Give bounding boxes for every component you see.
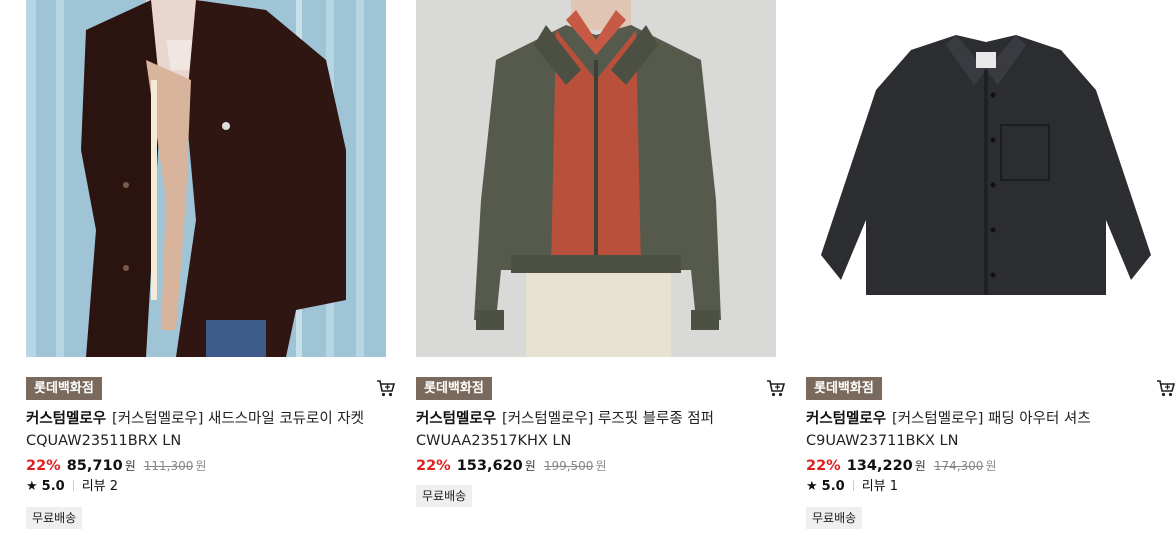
product-title[interactable]: 커스텀멜로우 [커스텀멜로우] 패딩 아우터 셔츠 bbox=[806, 409, 1176, 429]
price-line: 22% 85,710 원 111,300 원 bbox=[26, 455, 206, 477]
price-line: 22% 134,220 원 174,300 원 bbox=[806, 455, 996, 477]
review-line: ★ 5.0 리뷰 2 bbox=[26, 478, 118, 496]
cart-icon[interactable] bbox=[376, 379, 396, 397]
product-image[interactable] bbox=[26, 0, 386, 357]
divider bbox=[852, 480, 854, 491]
product-title[interactable]: 커스텀멜로우 [커스텀멜로우] 새드스마일 코듀로이 자켓 bbox=[26, 409, 396, 429]
product-image[interactable] bbox=[806, 0, 1166, 357]
cart-icon[interactable] bbox=[766, 379, 786, 397]
original-price-unit: 원 bbox=[985, 459, 997, 473]
sale-price: 85,710 bbox=[66, 458, 123, 474]
brand-name: 커스텀멜로우 bbox=[416, 411, 497, 427]
padded-shirt-photo bbox=[806, 0, 1166, 357]
product-card[interactable]: 롯데백화점 커스텀멜로우 [커스텀멜로우] 루즈핏 블루종 점퍼 CWUAA235… bbox=[416, 0, 786, 507]
product-code: CWUAA23517KHX LN bbox=[416, 433, 572, 449]
store-badge: 롯데백화점 bbox=[26, 377, 102, 400]
cart-icon[interactable] bbox=[1156, 379, 1176, 397]
product-image[interactable] bbox=[416, 0, 776, 357]
product-name: [커스텀멜로우] 새드스마일 코듀로이 자켓 bbox=[112, 411, 364, 427]
original-price-unit: 원 bbox=[595, 459, 607, 473]
discount-rate: 22% bbox=[26, 458, 61, 474]
sale-price: 134,220 bbox=[846, 458, 913, 474]
star-icon: ★ bbox=[26, 479, 38, 494]
rating-value: 5.0 bbox=[821, 479, 845, 494]
discount-rate: 22% bbox=[416, 458, 451, 474]
original-price: 174,300 bbox=[933, 459, 984, 473]
price-unit: 원 bbox=[124, 459, 136, 473]
original-price-unit: 원 bbox=[195, 459, 207, 473]
brand-name: 커스텀멜로우 bbox=[806, 411, 887, 427]
brand-name: 커스텀멜로우 bbox=[26, 411, 107, 427]
original-price: 111,300 bbox=[143, 459, 194, 473]
review-count: 리뷰 1 bbox=[861, 479, 899, 494]
sale-price: 153,620 bbox=[456, 458, 523, 474]
product-card[interactable]: 롯데백화점 커스텀멜로우 [커스텀멜로우] 패딩 아우터 셔츠 C9UAW2371… bbox=[806, 0, 1176, 529]
divider bbox=[72, 480, 74, 491]
free-shipping-badge: 무료배송 bbox=[26, 507, 83, 529]
product-code: CQUAW23511BRX LN bbox=[26, 433, 182, 449]
price-line: 22% 153,620 원 199,500 원 bbox=[416, 455, 606, 477]
store-badge: 롯데백화점 bbox=[416, 377, 492, 400]
price-unit: 원 bbox=[914, 459, 926, 473]
blouson-jacket-photo bbox=[416, 0, 776, 357]
star-icon: ★ bbox=[806, 479, 818, 494]
product-name: [커스텀멜로우] 패딩 아우터 셔츠 bbox=[892, 411, 1091, 427]
corduroy-jacket-photo bbox=[26, 0, 386, 357]
original-price: 199,500 bbox=[543, 459, 594, 473]
store-badge: 롯데백화점 bbox=[806, 377, 882, 400]
free-shipping-badge: 무료배송 bbox=[806, 507, 863, 529]
product-code: C9UAW23711BKX LN bbox=[806, 433, 959, 449]
price-unit: 원 bbox=[524, 459, 536, 473]
rating-value: 5.0 bbox=[41, 479, 65, 494]
product-card[interactable]: 롯데백화점 커스텀멜로우 [커스텀멜로우] 새드스마일 코듀로이 자켓 CQUAW… bbox=[26, 0, 396, 529]
product-name: [커스텀멜로우] 루즈핏 블루종 점퍼 bbox=[502, 411, 714, 427]
free-shipping-badge: 무료배송 bbox=[416, 485, 473, 507]
discount-rate: 22% bbox=[806, 458, 841, 474]
product-title[interactable]: 커스텀멜로우 [커스텀멜로우] 루즈핏 블루종 점퍼 bbox=[416, 409, 786, 429]
review-count: 리뷰 2 bbox=[81, 479, 119, 494]
review-line: ★ 5.0 리뷰 1 bbox=[806, 478, 898, 496]
